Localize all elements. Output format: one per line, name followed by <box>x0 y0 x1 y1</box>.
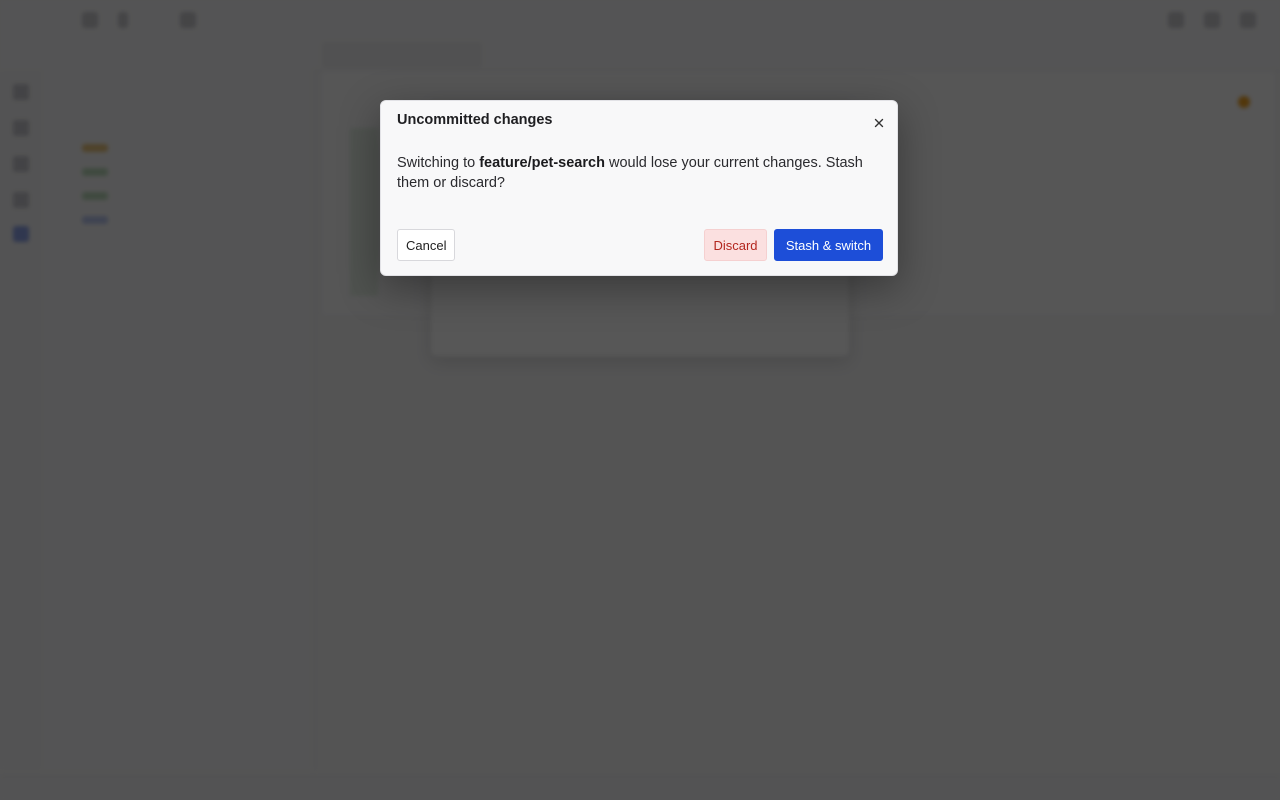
discard-button[interactable]: Discard <box>704 229 767 261</box>
close-button[interactable] <box>869 113 889 133</box>
close-icon <box>874 118 884 128</box>
target-branch-name: feature/pet-search <box>479 155 605 171</box>
message-prefix: Switching to <box>397 155 480 171</box>
dialog-message: Switching to feature/pet-search would lo… <box>397 153 887 193</box>
cancel-button[interactable]: Cancel <box>397 229 455 261</box>
dialog-title: Uncommitted changes <box>397 112 553 128</box>
uncommitted-changes-dialog: Uncommitted changes Switching to feature… <box>380 100 898 276</box>
app-window: Uncommitted changes Switching to feature… <box>0 0 1280 800</box>
stash-and-switch-button[interactable]: Stash & switch <box>774 229 883 261</box>
